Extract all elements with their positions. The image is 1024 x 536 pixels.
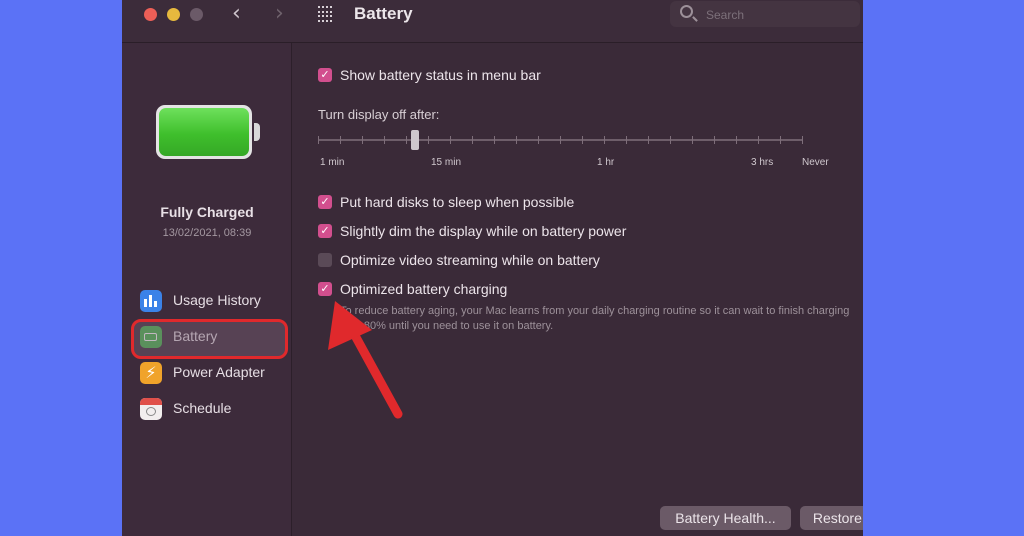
tick-label: 1 min [320, 157, 345, 168]
checkbox-checked[interactable]: ✓ [318, 195, 332, 209]
slider-tick [604, 136, 605, 144]
usage-history-icon [140, 290, 162, 312]
preferences-window: ‹ › Battery Search Fully Charged 13/02/2… [122, 0, 863, 536]
slider-tick [714, 136, 715, 144]
tick-label: 1 hr [597, 157, 615, 168]
slider-tick [472, 136, 473, 144]
slider-tick [758, 136, 759, 144]
slider-tick [318, 136, 319, 144]
sidebar-item-usage-history[interactable]: Usage History [134, 286, 284, 316]
slider-tick [560, 136, 561, 144]
checkbox-label: Put hard disks to sleep when possible [340, 194, 575, 210]
slider-tick [516, 136, 517, 144]
checkbox-unchecked[interactable]: ✓ [318, 253, 332, 267]
display-off-label: Turn display off after: [318, 107, 440, 122]
sidebar-item-label: Schedule [173, 400, 232, 416]
sidebar-item-power-adapter[interactable]: ⚡ Power Adapter [134, 358, 284, 388]
battery-level-icon [156, 105, 260, 159]
restore-defaults-button[interactable]: Restore Defaults [800, 506, 863, 530]
show-all-grid-icon[interactable] [318, 6, 334, 22]
checkbox-label: Slightly dim the display while on batter… [340, 223, 627, 239]
slider-tick [538, 136, 539, 144]
title-bar: ‹ › Battery Search [122, 0, 863, 43]
slider-tick [494, 136, 495, 144]
search-icon [680, 5, 693, 18]
battery-health-button[interactable]: Battery Health... [660, 506, 791, 530]
charge-timestamp: 13/02/2021, 08:39 [162, 227, 252, 239]
chevron-left-icon[interactable]: ‹ [232, 1, 241, 26]
minimize-window-button[interactable] [167, 8, 180, 21]
slider-tick [450, 136, 451, 144]
power-adapter-icon: ⚡ [140, 362, 162, 384]
checkbox-label: Show battery status in menu bar [340, 67, 541, 83]
battery-settings-panel: ✓ Show battery status in menu bar Turn d… [293, 43, 863, 536]
slider-tick [384, 136, 385, 144]
checkbox-checked[interactable]: ✓ [318, 282, 332, 296]
tick-label: 15 min [431, 157, 462, 168]
slider-tick [406, 136, 407, 144]
zoom-window-button[interactable] [190, 8, 203, 21]
slider-tick [736, 136, 737, 144]
slider-tick [670, 136, 671, 144]
slider-tick [362, 136, 363, 144]
sidebar-item-schedule[interactable]: Schedule [134, 394, 284, 424]
slider-tick [428, 136, 429, 144]
sidebar-item-label: Power Adapter [173, 364, 265, 380]
slider-tick [626, 136, 627, 144]
slider-tick [802, 136, 803, 144]
checkbox-checked[interactable]: ✓ [318, 68, 332, 82]
slider-tick [780, 136, 781, 144]
checkbox-checked[interactable]: ✓ [318, 224, 332, 238]
search-input[interactable]: Search [670, 1, 860, 27]
slider-thumb[interactable] [411, 130, 419, 150]
tick-label: 3 hrs [751, 157, 774, 168]
slider-tick [648, 136, 649, 144]
checkbox-label: Optimized battery charging [340, 281, 508, 297]
battery-highlight-annotation [131, 319, 288, 359]
sidebar: Fully Charged 13/02/2021, 08:39 Usage Hi… [122, 43, 292, 536]
sidebar-item-label: Usage History [173, 292, 261, 308]
slider-tick [340, 136, 341, 144]
chevron-right-icon[interactable]: › [275, 1, 284, 26]
slider-tick [582, 136, 583, 144]
tick-label: Never [802, 157, 829, 168]
checkbox-label: Optimize video streaming while on batter… [340, 252, 600, 268]
window-title: Battery [354, 4, 413, 23]
optimized-charging-description: To reduce battery aging, your Mac learns… [340, 305, 850, 332]
charge-status: Fully Charged [160, 204, 254, 220]
close-window-button[interactable] [144, 8, 157, 21]
slider-tick [692, 136, 693, 144]
schedule-icon [140, 398, 162, 420]
search-placeholder: Search [706, 8, 745, 22]
slider-ticks [318, 136, 803, 144]
